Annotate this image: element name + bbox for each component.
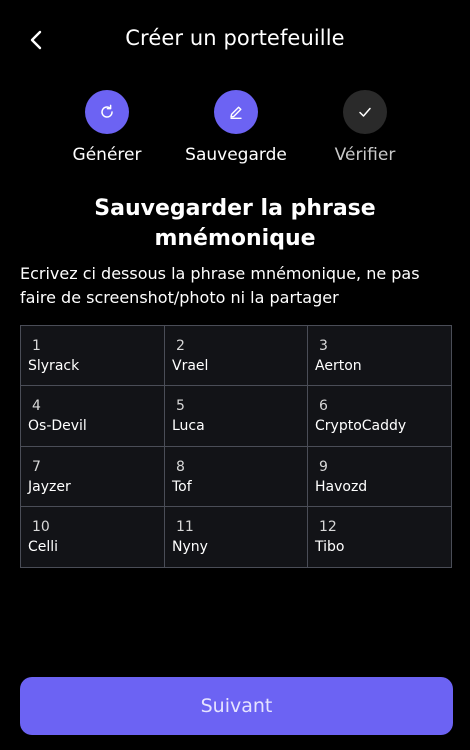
step-verify[interactable]: Vérifier	[295, 90, 435, 165]
step-backup-circle	[214, 90, 258, 134]
mnemonic-word: Os-Devil	[28, 418, 87, 435]
mnemonic-cell: 3 Aerton	[308, 326, 451, 387]
create-wallet-screen: Créer un portefeuille Générer Sauvegarde	[0, 0, 470, 750]
page-title: Créer un portefeuille	[125, 26, 345, 50]
word-number: 8	[176, 458, 185, 475]
mnemonic-word: Luca	[172, 418, 205, 435]
word-number: 7	[32, 458, 41, 475]
next-button[interactable]: Suivant	[20, 677, 453, 735]
step-verify-label: Vérifier	[334, 145, 396, 165]
step-backup-label: Sauvegarde	[185, 145, 287, 165]
instruction-text: Ecrivez ci dessous la phrase mnémonique,…	[20, 264, 420, 307]
mnemonic-word: Nyny	[172, 538, 208, 555]
mnemonic-cell: 11 Nyny	[165, 506, 308, 567]
word-number: 6	[319, 398, 328, 415]
mnemonic-cell: 7 Jayzer	[21, 446, 165, 507]
mnemonic-word: Slyrack	[28, 358, 80, 374]
pencil-icon	[230, 106, 242, 119]
mnemonic-cell: 1 Slyrack	[21, 326, 165, 387]
mnemonic-cell: 10 Celli	[21, 506, 165, 567]
mnemonic-cell: 2 Vrael	[165, 326, 308, 387]
word-number: 5	[176, 398, 185, 415]
mnemonic-cell: 8 Tof	[165, 446, 308, 507]
mnemonic-word: Vrael	[172, 358, 209, 374]
word-number: 2	[176, 338, 185, 354]
mnemonic-cell: 6 CryptoCaddy	[308, 386, 451, 447]
mnemonic-word: Jayzer	[28, 478, 71, 495]
step-verify-circle	[343, 90, 387, 134]
mnemonic-cell: 9 Havozd	[308, 447, 451, 507]
section-heading: Sauvegarder la phrase mnémonique	[94, 196, 376, 251]
word-number: 10	[32, 518, 50, 535]
word-number: 3	[319, 338, 328, 354]
progress-stepper: Générer Sauvegarde Vérifier	[0, 90, 470, 170]
mnemonic-cell: 4 Os-Devil	[21, 386, 165, 447]
word-number: 12	[319, 518, 337, 535]
step-backup[interactable]: Sauvegarde	[166, 90, 306, 165]
check-icon	[359, 107, 371, 117]
word-number: 4	[32, 398, 41, 415]
header: Créer un portefeuille	[0, 0, 470, 80]
mnemonic-word: Tibo	[315, 538, 345, 555]
step-generate-label: Générer	[72, 145, 142, 165]
mnemonic-word: Tof	[172, 478, 192, 495]
mnemonic-word: Havozd	[315, 478, 368, 495]
mnemonic-cell: 12 Tibo	[308, 507, 451, 567]
mnemonic-cell: 5 Luca	[165, 386, 308, 447]
word-number: 9	[319, 458, 328, 475]
word-number: 1	[32, 338, 41, 354]
refresh-icon	[101, 104, 113, 118]
step-generate[interactable]: Générer	[37, 90, 177, 165]
mnemonic-grid: 1 Slyrack 2 Vrael 3 Aerton 4 Os-Devil 5 Luca …	[20, 325, 452, 568]
word-number: 11	[176, 518, 194, 535]
mnemonic-word: Celli	[28, 538, 59, 555]
mnemonic-word: CryptoCaddy	[315, 418, 407, 435]
mnemonic-word: Aerton	[315, 358, 362, 374]
step-generate-circle	[85, 90, 129, 134]
